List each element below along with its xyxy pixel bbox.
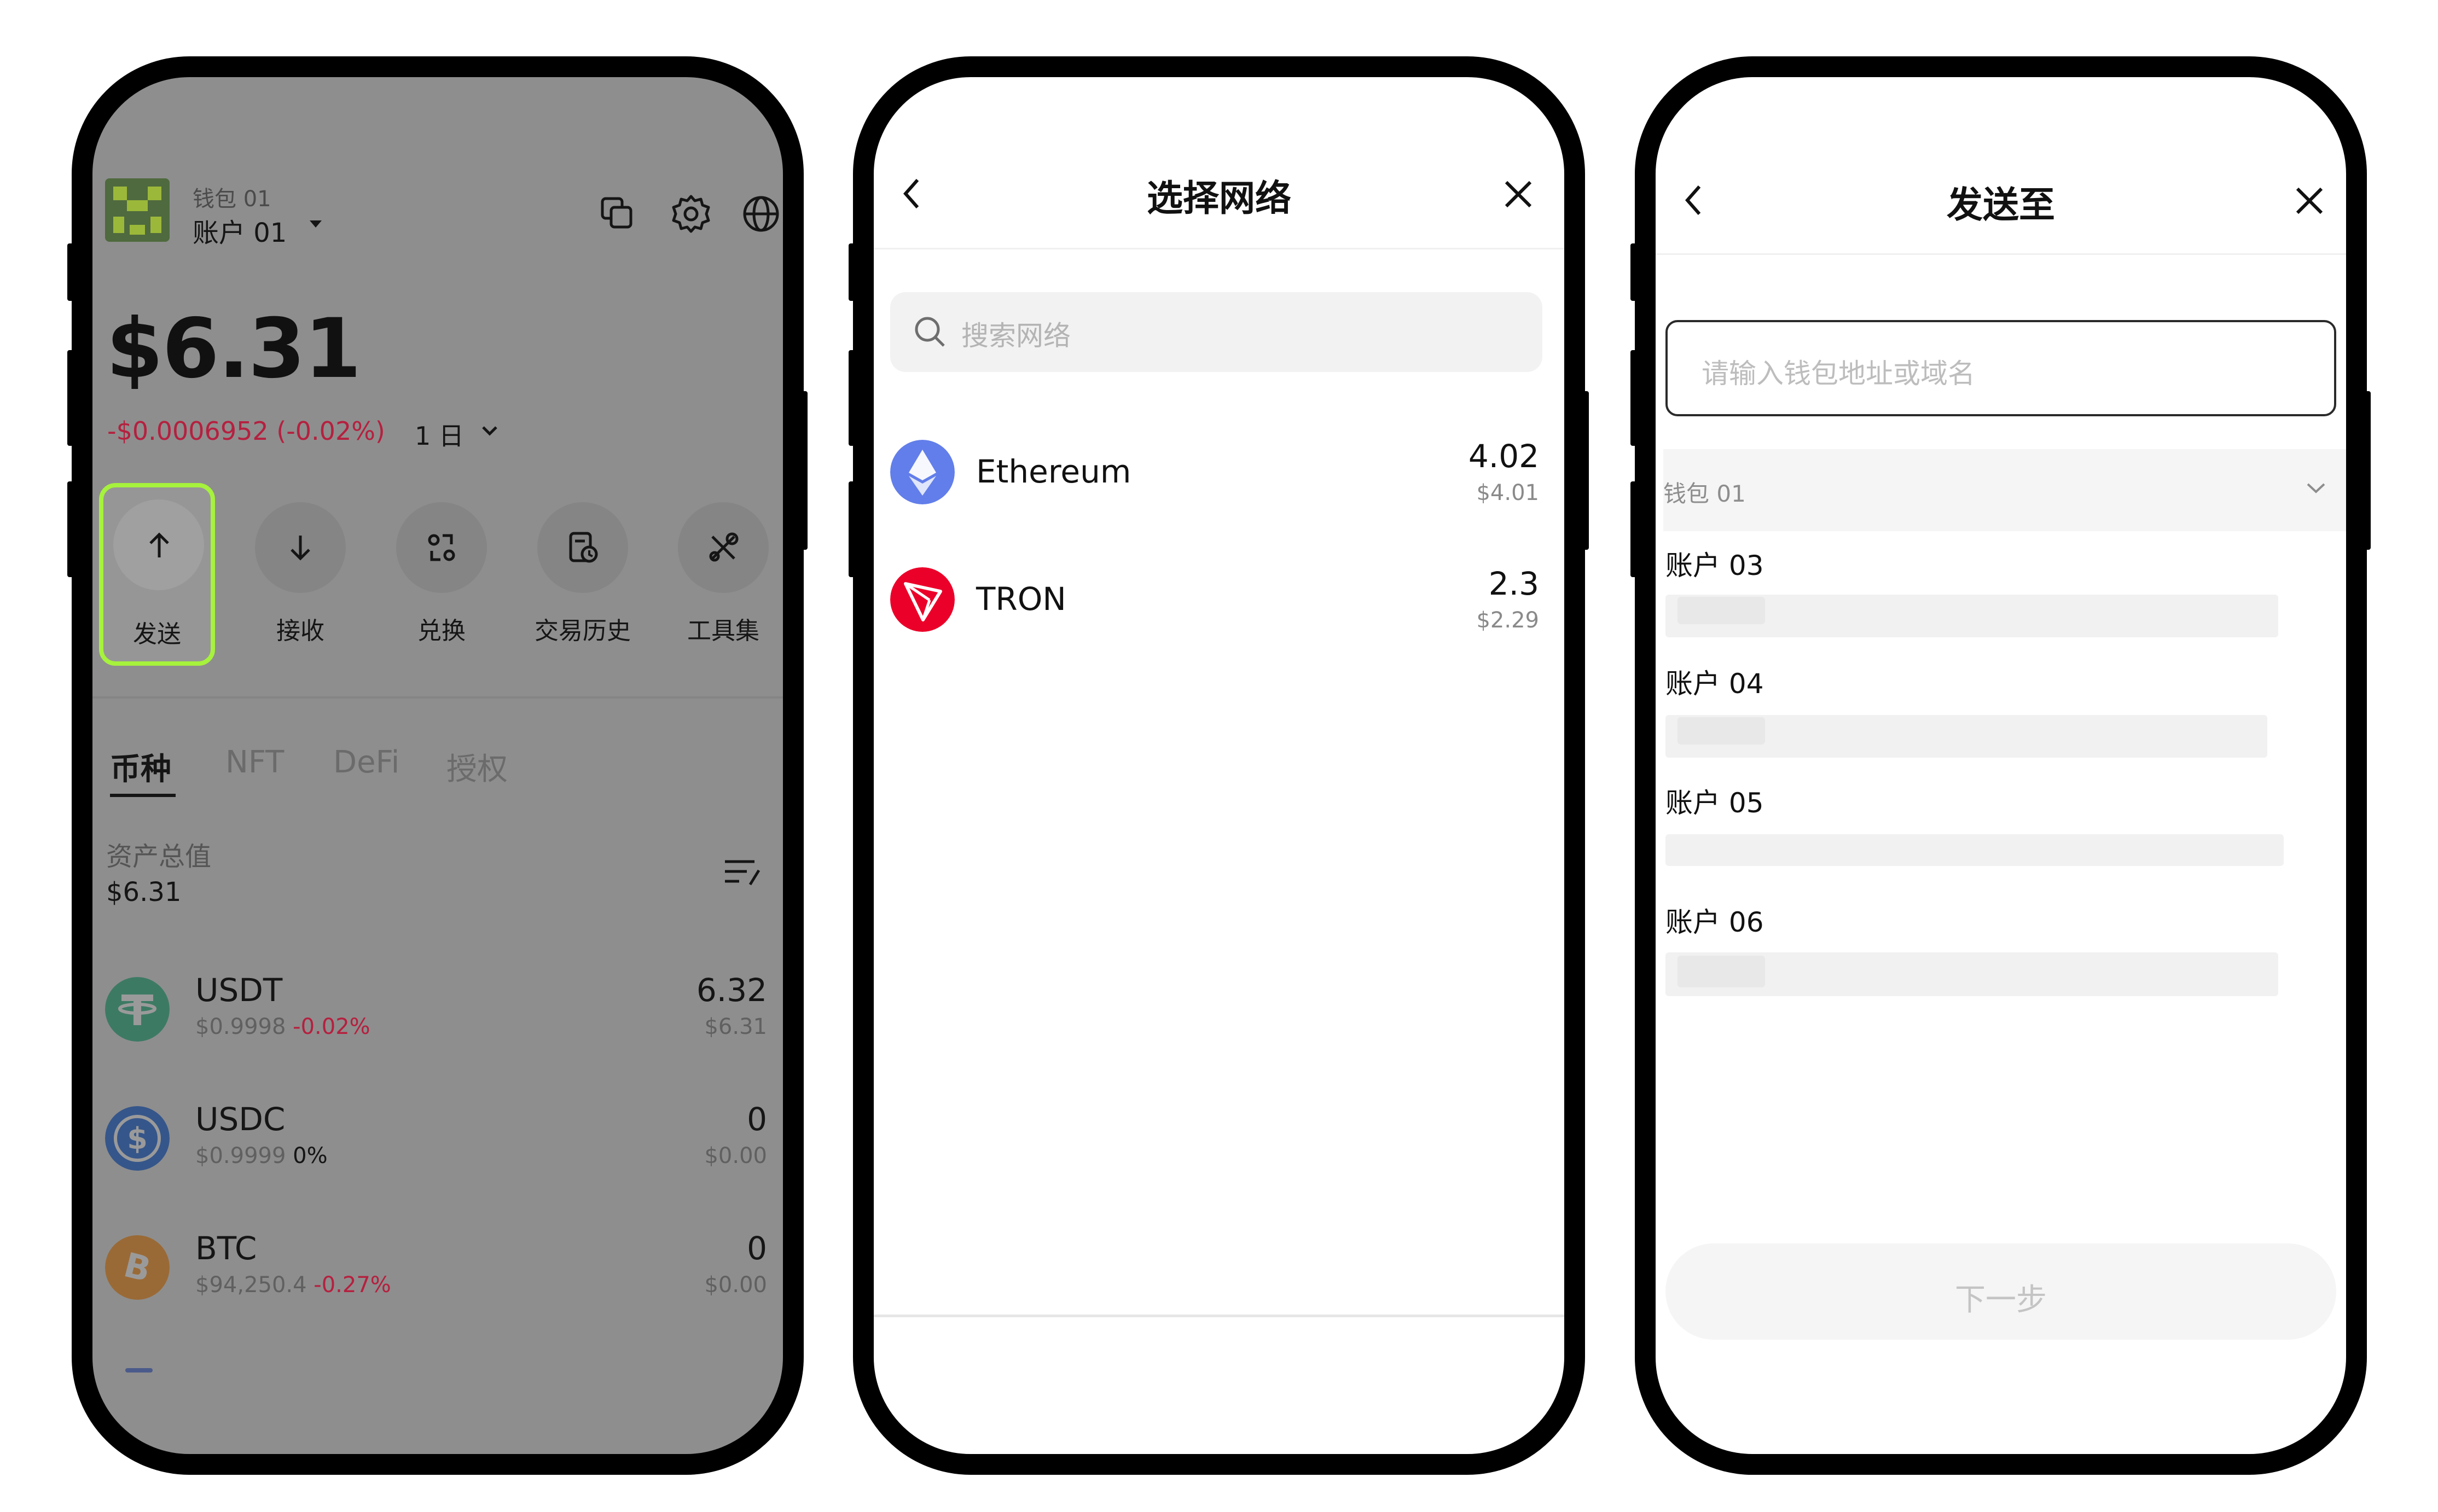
history-icon [569,532,598,563]
page-title: 发送至 [1947,184,2055,226]
token-price: $0.9999 0% [195,1143,328,1168]
close-icon[interactable] [2293,184,2326,217]
token-symbol: BTC [195,1230,257,1267]
receive-label: 接收 [276,617,324,645]
token-value: $6.31 [704,1014,767,1039]
page-title: 选择网络 [1147,177,1291,219]
address-placeholder: 请输入钱包地址或域名 [1702,358,1975,389]
network-value: $4.01 [1476,480,1539,505]
account-switcher[interactable]: 账户 01 [193,211,287,249]
network-value: $2.29 [1476,608,1539,633]
bottom-divider [874,1315,1564,1317]
token-change: 0% [293,1143,328,1168]
tron-logo-icon [890,567,955,632]
receive-button[interactable]: 接收 [246,489,355,660]
next-step-button[interactable]: 下一步 [1665,1243,2336,1340]
swap-button[interactable]: 兑换 [387,489,496,660]
token-value: $0.00 [704,1272,767,1298]
usdt-logo-icon [105,977,170,1042]
token-price: $94,250.4 -0.27% [195,1272,391,1298]
next-step-label: 下一步 [1955,1282,2047,1318]
network-name: TRON [976,580,1066,618]
blurred-address [1665,834,2284,866]
network-name: Ethereum [976,453,1131,490]
header-divider [1656,253,2346,255]
period-selector[interactable]: 1 日 [415,416,464,452]
sort-filter-icon[interactable] [722,854,763,892]
account-item-06[interactable]: 账户 06 [1665,900,1764,940]
wallet-group-header[interactable]: 钱包 01 [1663,449,2346,531]
token-value: $0.00 [704,1143,767,1168]
send-label: 发送 [133,620,181,648]
search-placeholder: 搜索网络 [961,320,1071,352]
usdc-logo-icon: $ [105,1106,170,1171]
account-item-03[interactable]: 账户 03 [1665,544,1764,583]
divider [92,696,783,699]
caret-down-icon[interactable] [310,220,322,228]
ethereum-logo-icon [890,440,955,504]
settings-gear-icon[interactable] [669,192,713,236]
total-assets-value: $6.31 [106,877,182,908]
chevron-down-icon [2307,483,2325,493]
btc-logo-icon: B [105,1235,170,1300]
network-amount: 4.02 [1468,438,1539,475]
token-price: $0.9998 -0.02% [195,1014,370,1039]
send-to-screen: 发送至 请输入钱包地址或域名 钱包 01 账户 03 账户 04 账户 05 账… [1635,56,2367,1475]
token-amount: 6.32 [696,972,767,1009]
token-change: -0.27% [314,1272,391,1298]
swap-icon [428,534,455,561]
tools-icon [709,532,739,562]
blurred-address [1677,597,1765,624]
token-symbol: USDT [195,972,283,1009]
svg-text:$: $ [127,1121,148,1156]
send-button[interactable]: 发送 [99,483,215,666]
tab-approvals[interactable]: 授权 [446,745,508,789]
blurred-address [1677,956,1765,987]
next-token-peek [125,1368,153,1373]
tab-nft[interactable]: NFT [225,745,284,780]
tab-tokens[interactable]: 币种 [110,745,171,789]
total-assets-label: 资产总值 [106,841,212,872]
wallet-home-screen: 钱包 01 账户 01 $6.31 -$0.0006952 (-0.02%) 1… [72,56,804,1475]
tools-button[interactable]: 工具集 [669,489,778,660]
history-label: 交易历史 [535,617,631,645]
token-amount: 0 [747,1101,767,1138]
account-item-04[interactable]: 账户 04 [1665,662,1764,701]
token-row-usdt[interactable]: USDT $0.9998 -0.02% 6.32 $6.31 [92,972,783,1075]
chevron-down-icon[interactable] [479,423,501,439]
wallet-avatar[interactable] [105,178,170,242]
network-row-tron[interactable]: TRON 2.3 $2.29 [874,565,1564,655]
token-change: -0.02% [293,1014,370,1039]
tab-underline [110,794,176,797]
token-amount: 0 [747,1230,767,1267]
wallet-name: 钱包 01 [193,187,271,212]
tools-label: 工具集 [687,617,759,645]
history-button[interactable]: 交易历史 [528,489,637,660]
balance-change: -$0.0006952 (-0.02%) [107,416,385,446]
wallet-group-name: 钱包 01 [1663,480,1746,507]
blurred-address [1677,717,1765,745]
arrow-down-icon [291,536,310,561]
token-symbol: USDC [195,1101,286,1138]
header-divider [874,248,1564,249]
copy-icon[interactable] [595,192,638,236]
total-balance: $6.31 [106,301,361,397]
token-row-usdc[interactable]: $ USDC $0.9999 0% 0 $0.00 [92,1101,783,1205]
globe-icon[interactable] [739,192,783,236]
tab-defi[interactable]: DeFi [333,745,399,780]
swap-label: 兑换 [417,617,466,645]
network-row-ethereum[interactable]: Ethereum 4.02 $4.01 [874,438,1564,527]
select-network-screen: 选择网络 搜索网络 Ethereum 4.02 $4.01 TRON 2.3 $… [853,56,1585,1475]
search-icon [915,317,945,347]
account-item-05[interactable]: 账户 05 [1665,781,1764,821]
network-search-input[interactable]: 搜索网络 [890,292,1542,372]
token-row-btc[interactable]: B BTC $94,250.4 -0.27% 0 $0.00 [92,1230,783,1334]
close-icon[interactable] [1502,178,1535,211]
arrow-up-icon [149,532,169,557]
address-input[interactable]: 请输入钱包地址或域名 [1665,320,2336,416]
network-amount: 2.3 [1488,565,1539,602]
